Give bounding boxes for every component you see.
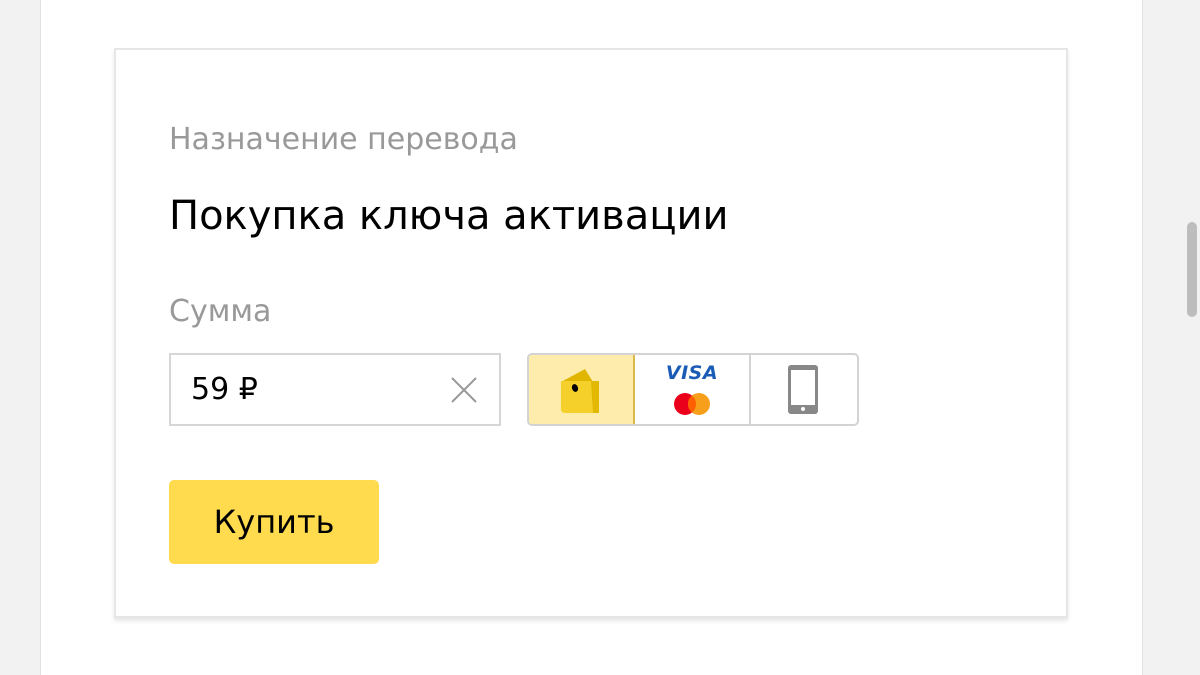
buy-button[interactable]: Купить <box>169 480 379 564</box>
clear-icon[interactable] <box>449 375 479 405</box>
payment-method-phone[interactable] <box>751 355 857 424</box>
scrollbar[interactable] <box>1183 0 1200 675</box>
payment-method-card[interactable]: VISA <box>635 355 751 424</box>
visa-logo: VISA <box>665 362 719 384</box>
payment-form: Назначение перевода Покупка ключа актива… <box>114 48 1068 618</box>
payment-method-selector: VISA <box>527 353 859 426</box>
amount-input[interactable]: 59 ₽ <box>169 353 501 426</box>
mobile-phone-icon <box>788 365 818 414</box>
scrollbar-thumb[interactable] <box>1187 222 1197 317</box>
amount-label: Сумма <box>169 294 272 329</box>
mastercard-icon <box>674 393 710 415</box>
wallet-icon <box>561 369 599 413</box>
payment-method-wallet[interactable] <box>529 355 635 424</box>
purpose-label: Назначение перевода <box>169 122 518 157</box>
purpose-value: Покупка ключа активации <box>169 193 729 239</box>
amount-value[interactable]: 59 ₽ <box>191 355 258 424</box>
